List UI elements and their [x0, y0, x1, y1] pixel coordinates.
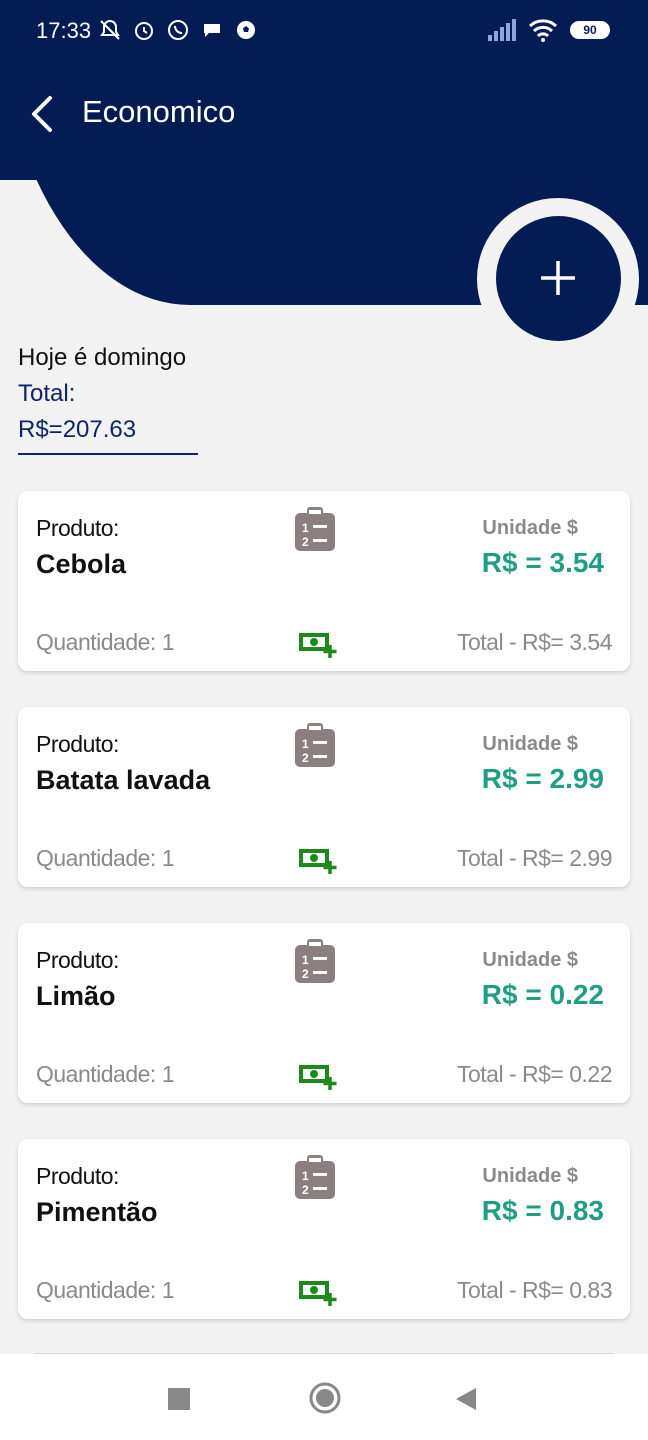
recents-square-icon[interactable]	[164, 1384, 194, 1414]
clipboard-list-icon[interactable]: 12	[293, 937, 337, 985]
alarm-icon	[135, 22, 153, 40]
plus-icon	[541, 261, 575, 295]
chat-icon	[204, 24, 220, 37]
signal-icon	[488, 19, 516, 41]
product-card[interactable]: Produto: Pimentão 12 Unidade $ R$ = 0.83…	[18, 1139, 630, 1319]
summary: Hoje é domingo Total: R$=207.63	[18, 344, 186, 444]
add-money-icon[interactable]	[298, 845, 338, 875]
svg-text:2: 2	[302, 967, 309, 981]
soccer-ball-icon	[237, 21, 255, 39]
wifi-icon	[528, 19, 558, 42]
total-label: Total:	[18, 380, 76, 407]
product-card[interactable]: Produto: Batata lavada 12 Unidade $ R$ =…	[18, 707, 630, 887]
page-title: Economico	[82, 94, 236, 129]
muted-bell-icon	[100, 19, 120, 40]
unit-price: R$ = 0.83	[481, 1195, 604, 1226]
unit-price: R$ = 2.99	[481, 763, 604, 794]
product-name: Cebola	[36, 549, 127, 579]
unit-label: Unidade $	[482, 949, 578, 971]
clipboard-list-icon[interactable]: 12	[293, 721, 337, 769]
status-time: 17:33	[36, 18, 92, 43]
status-bar: 17:33 90	[0, 0, 648, 62]
add-money-icon[interactable]	[298, 1277, 338, 1307]
unit-label: Unidade $	[482, 1165, 578, 1187]
product-card[interactable]: Produto: Limão 12 Unidade $ R$ = 0.22 Qu…	[18, 923, 630, 1103]
svg-text:2: 2	[302, 535, 309, 549]
clipboard-list-icon[interactable]: 12	[293, 505, 337, 553]
add-money-icon[interactable]	[298, 1061, 338, 1091]
chevron-left-icon	[32, 96, 52, 132]
line-total: Total - R$= 3.54	[456, 629, 613, 655]
home-circle-icon[interactable]	[308, 1381, 342, 1415]
product-label: Produto:	[36, 515, 119, 541]
product-label: Produto:	[36, 1163, 119, 1189]
add-money-icon[interactable]	[298, 629, 338, 659]
clipboard-list-icon[interactable]: 12	[293, 1153, 337, 1201]
product-name: Limão	[36, 981, 116, 1011]
battery-icon: 90	[570, 21, 610, 39]
product-name: Batata lavada	[36, 765, 211, 795]
svg-text:2: 2	[302, 1183, 309, 1197]
quantity: Quantidade: 1	[36, 1061, 175, 1087]
svg-text:1: 1	[302, 953, 309, 967]
line-total: Total - R$= 0.22	[456, 1061, 613, 1087]
unit-price: R$ = 0.22	[481, 979, 604, 1010]
add-product-button[interactable]	[496, 216, 621, 341]
quantity: Quantidade: 1	[36, 1277, 175, 1303]
system-nav-bar	[0, 1354, 648, 1440]
svg-text:1: 1	[302, 737, 309, 751]
svg-text:1: 1	[302, 521, 309, 535]
back-triangle-icon[interactable]	[452, 1384, 482, 1414]
product-card[interactable]: Produto: Cebola 12 Unidade $ R$ = 3.54 Q…	[18, 491, 630, 671]
unit-label: Unidade $	[482, 733, 578, 755]
unit-price: R$ = 3.54	[481, 547, 604, 578]
product-label: Produto:	[36, 947, 119, 973]
battery-level: 90	[583, 23, 597, 37]
product-name: Pimentão	[36, 1197, 158, 1227]
summary-divider	[18, 453, 198, 455]
product-label: Produto:	[36, 731, 119, 757]
unit-label: Unidade $	[482, 517, 578, 539]
day-text: Hoje é domingo	[18, 344, 187, 371]
whatsapp-icon	[168, 20, 188, 40]
quantity: Quantidade: 1	[36, 629, 175, 655]
line-total: Total - R$= 0.83	[456, 1277, 613, 1303]
svg-text:1: 1	[302, 1169, 309, 1183]
svg-text:2: 2	[302, 751, 309, 765]
quantity: Quantidade: 1	[36, 845, 175, 871]
line-total: Total - R$= 2.99	[456, 845, 613, 871]
total-value: R$=207.63	[18, 416, 137, 443]
back-button[interactable]	[24, 92, 64, 136]
